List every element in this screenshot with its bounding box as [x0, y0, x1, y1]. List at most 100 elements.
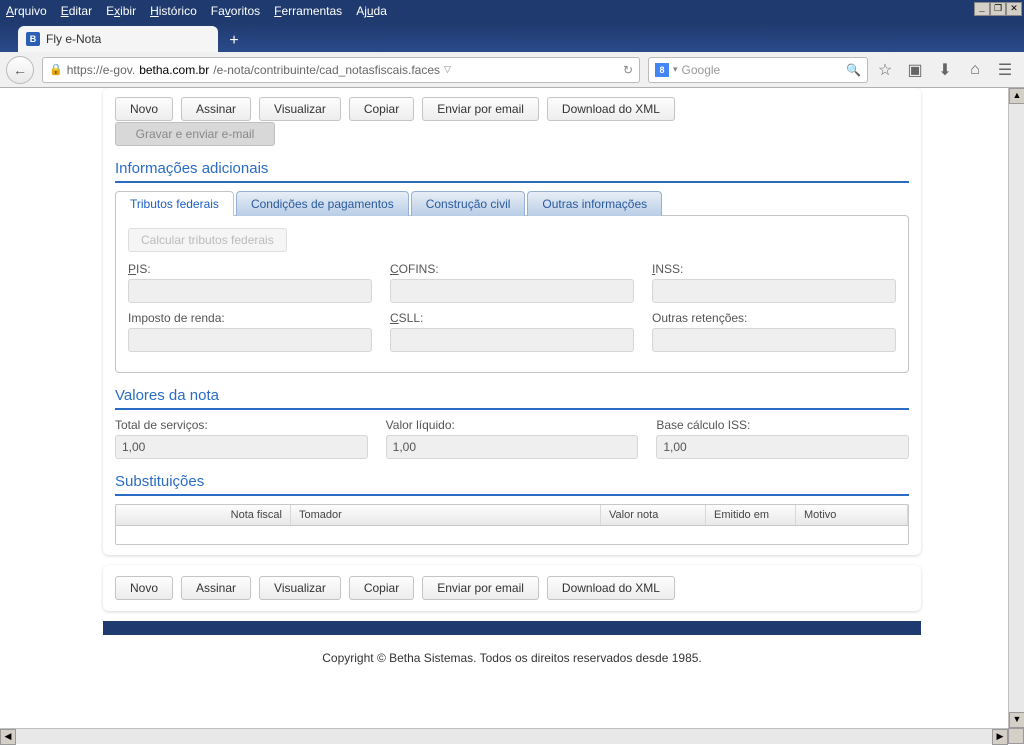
downloads-icon[interactable]: ⬇ — [932, 57, 958, 83]
download-xml-button-2[interactable]: Download do XML — [547, 576, 675, 600]
base-calculo-label: Base cálculo ISS: — [656, 418, 909, 432]
restore-button[interactable]: ❐ — [990, 2, 1006, 16]
ir-field[interactable] — [128, 328, 372, 352]
th-nota-fiscal[interactable]: Nota fiscal — [116, 505, 291, 525]
calcular-tributos-button[interactable]: Calcular tributos federais — [128, 228, 287, 252]
ir-label: Imposto de renda: — [128, 311, 372, 325]
hamburger-menu-icon[interactable]: ☰ — [992, 57, 1018, 83]
cofins-label: COFINS: — [390, 262, 634, 276]
search-engine-dropdown-icon[interactable]: ▾ — [673, 64, 678, 75]
section-info-adicionais: Informações adicionais — [115, 156, 909, 183]
search-icon[interactable]: 🔍 — [846, 63, 861, 77]
tab-outras-informacoes[interactable]: Outras informações — [527, 191, 662, 216]
menu-ajuda[interactable]: Ajuda — [356, 4, 387, 18]
home-icon[interactable]: ⌂ — [962, 57, 988, 83]
search-placeholder: Google — [682, 63, 721, 77]
assinar-button[interactable]: Assinar — [181, 97, 251, 121]
th-valor-nota[interactable]: Valor nota — [601, 505, 706, 525]
inss-field[interactable] — [652, 279, 896, 303]
search-bar[interactable]: 8 ▾ Google 🔍 — [648, 57, 868, 83]
tab-title: Fly e-Nota — [46, 32, 101, 46]
download-xml-button[interactable]: Download do XML — [547, 97, 675, 121]
scroll-up-arrow[interactable]: ▲ — [1009, 88, 1024, 104]
google-icon: 8 — [655, 63, 669, 77]
url-path: /e-nota/contribuinte/cad_notasfiscais.fa… — [213, 63, 440, 77]
inss-label: INSS: — [652, 262, 896, 276]
table-header: Nota fiscal Tomador Valor nota Emitido e… — [116, 505, 908, 526]
menu-exibir[interactable]: Exibir — [106, 4, 136, 18]
url-dropdown-icon[interactable]: ▽ — [444, 64, 451, 75]
substituicoes-table: Nota fiscal Tomador Valor nota Emitido e… — [115, 504, 909, 545]
visualizar-button-2[interactable]: Visualizar — [259, 576, 341, 600]
menu-historico[interactable]: Histórico — [150, 4, 197, 18]
scroll-corner — [1008, 728, 1024, 744]
total-servicos-field[interactable] — [115, 435, 368, 459]
toolbar-row-1: Novo Assinar Visualizar Copiar Enviar po… — [115, 97, 909, 121]
scroll-left-arrow[interactable]: ◀ — [0, 729, 16, 745]
page-viewport: Novo Assinar Visualizar Copiar Enviar po… — [0, 88, 1024, 726]
novo-button[interactable]: Novo — [115, 97, 173, 121]
url-prefix: https://e-gov. — [67, 63, 135, 77]
scroll-down-arrow[interactable]: ▼ — [1009, 712, 1024, 728]
total-servicos-label: Total de serviços: — [115, 418, 368, 432]
section-valores-nota: Valores da nota — [115, 383, 909, 410]
enviar-email-button-2[interactable]: Enviar por email — [422, 576, 539, 600]
toolbar-row-2: Novo Assinar Visualizar Copiar Enviar po… — [115, 576, 909, 600]
library-icon[interactable]: ▣ — [902, 57, 928, 83]
close-button[interactable]: ✕ — [1006, 2, 1022, 16]
url-domain: betha.com.br — [139, 63, 209, 77]
reload-icon[interactable]: ↻ — [623, 63, 633, 77]
th-motivo[interactable]: Motivo — [796, 505, 908, 525]
lock-icon: 🔒 — [49, 63, 63, 76]
tab-construcao-civil[interactable]: Construção civil — [411, 191, 526, 216]
browser-navbar: ← 🔒 https://e-gov. betha.com.br/e-nota/co… — [0, 52, 1024, 88]
scroll-track-v[interactable] — [1009, 104, 1024, 712]
site-icon: B — [26, 32, 40, 46]
valor-liquido-label: Valor líquido: — [386, 418, 639, 432]
url-bar[interactable]: 🔒 https://e-gov. betha.com.br/e-nota/cont… — [42, 57, 640, 83]
minimize-button[interactable]: _ — [974, 2, 990, 16]
tab-tributos-federais[interactable]: Tributos federais — [115, 191, 234, 216]
menu-editar[interactable]: Editar — [61, 4, 92, 18]
browser-tab-active[interactable]: B Fly e-Nota — [18, 26, 218, 52]
pis-field[interactable] — [128, 279, 372, 303]
pis-label: PIS: — [128, 262, 372, 276]
outras-retencoes-label: Outras retenções: — [652, 311, 896, 325]
copiar-button-2[interactable]: Copiar — [349, 576, 414, 600]
section-substituicoes: Substituições — [115, 469, 909, 496]
cofins-field[interactable] — [390, 279, 634, 303]
top-toolbar-panel: Novo Assinar Visualizar Copiar Enviar po… — [103, 88, 921, 555]
browser-tabbar: B Fly e-Nota + — [0, 22, 1024, 52]
menu-arquivo[interactable]: Arquivo — [6, 4, 47, 18]
visualizar-button[interactable]: Visualizar — [259, 97, 341, 121]
enviar-email-button[interactable]: Enviar por email — [422, 97, 539, 121]
menu-ferramentas[interactable]: Ferramentas — [274, 4, 342, 18]
gravar-enviar-button-disabled: Gravar e enviar e-mail — [115, 122, 275, 146]
tab-pane-tributos: Calcular tributos federais PIS: COFINS: … — [115, 215, 909, 373]
base-calculo-field[interactable] — [656, 435, 909, 459]
new-tab-button[interactable]: + — [220, 30, 248, 52]
browser-menubar: Arquivo Editar Exibir Histórico Favorito… — [0, 0, 1024, 22]
tab-condicoes-pagamentos[interactable]: Condições de pagamentos — [236, 191, 409, 216]
menu-favoritos[interactable]: Favoritos — [211, 4, 260, 18]
csll-field[interactable] — [390, 328, 634, 352]
back-button[interactable]: ← — [6, 56, 34, 84]
novo-button-2[interactable]: Novo — [115, 576, 173, 600]
valor-liquido-field[interactable] — [386, 435, 639, 459]
bookmark-star-icon[interactable]: ☆ — [872, 57, 898, 83]
scroll-track-h[interactable] — [16, 729, 992, 744]
csll-label: CSLL: — [390, 311, 634, 325]
copiar-button[interactable]: Copiar — [349, 97, 414, 121]
horizontal-scrollbar[interactable]: ◀ ▶ — [0, 728, 1008, 744]
assinar-button-2[interactable]: Assinar — [181, 576, 251, 600]
scroll-right-arrow[interactable]: ▶ — [992, 729, 1008, 745]
th-tomador[interactable]: Tomador — [291, 505, 601, 525]
th-emitido-em[interactable]: Emitido em — [706, 505, 796, 525]
footer-accent-bar — [103, 621, 921, 635]
window-controls: _ ❐ ✕ — [974, 2, 1022, 16]
outras-retencoes-field[interactable] — [652, 328, 896, 352]
info-tabs: Tributos federais Condições de pagamento… — [115, 191, 909, 216]
table-body-empty — [116, 526, 908, 544]
bottom-toolbar-panel: Novo Assinar Visualizar Copiar Enviar po… — [103, 565, 921, 611]
vertical-scrollbar[interactable]: ▲ ▼ — [1008, 88, 1024, 728]
